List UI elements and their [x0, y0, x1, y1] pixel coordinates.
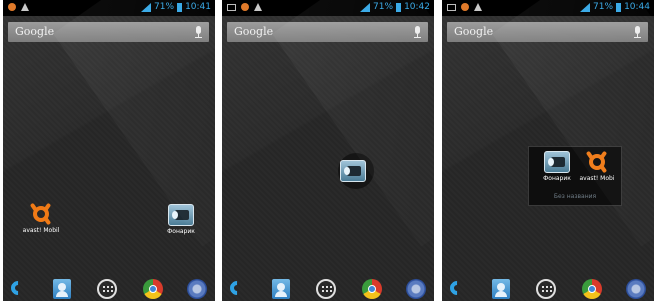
status-bar: 71% 10:44	[442, 0, 654, 16]
google-search-bar[interactable]: Google	[447, 22, 648, 42]
flashlight-icon	[168, 204, 194, 226]
avast-icon	[29, 202, 52, 226]
dock-contacts[interactable]	[492, 279, 516, 299]
microphone-icon[interactable]	[634, 26, 641, 38]
battery-percent: 71%	[154, 2, 175, 12]
app-label: avast! Mobi	[579, 175, 615, 182]
warning-icon	[474, 3, 482, 11]
dock-all-apps[interactable]	[536, 279, 560, 299]
contacts-icon	[272, 279, 290, 299]
dock-all-apps[interactable]	[316, 279, 340, 299]
app-label: Фонарик	[167, 228, 195, 235]
battery-icon	[616, 2, 622, 12]
signal-icon	[360, 2, 371, 12]
chrome-icon	[582, 279, 602, 299]
microphone-icon[interactable]	[195, 26, 202, 38]
all-apps-icon	[536, 279, 556, 299]
warning-icon	[254, 3, 262, 11]
dock-phone[interactable]	[8, 278, 33, 299]
all-apps-icon	[316, 279, 336, 299]
phone-screen-3: 71% 10:44 Google Фонарик avast! Mobi Без…	[442, 0, 654, 301]
phone-screen-2: 71% 10:42 Google	[222, 0, 434, 301]
folder-popup: Фонарик avast! Mobi Без названия	[528, 146, 622, 206]
battery-icon	[396, 2, 402, 12]
dock	[3, 271, 215, 301]
phone-screen-1: 71% 10:41 Google avast! Mobil Фонарик	[3, 0, 215, 301]
search-label: Google	[15, 25, 55, 38]
folder-name[interactable]: Без названия	[529, 193, 621, 200]
notification-icon	[8, 3, 16, 11]
signal-icon	[141, 2, 152, 12]
browser-icon	[626, 279, 646, 299]
dock	[442, 271, 654, 301]
status-time: 10:44	[624, 2, 650, 12]
dock-contacts[interactable]	[53, 279, 77, 299]
image-notification-icon	[227, 3, 236, 11]
search-label: Google	[234, 25, 274, 38]
dock-chrome[interactable]	[582, 279, 606, 299]
chrome-icon	[362, 279, 382, 299]
dock-browser[interactable]	[187, 279, 211, 299]
contacts-icon	[492, 279, 510, 299]
status-time: 10:41	[185, 2, 211, 12]
notification-icon	[461, 3, 469, 11]
status-bar: 71% 10:41	[3, 0, 215, 16]
browser-icon	[406, 279, 426, 299]
search-label: Google	[454, 25, 494, 38]
flashlight-icon	[544, 151, 570, 173]
browser-icon	[187, 279, 207, 299]
dock-phone[interactable]	[447, 278, 472, 299]
dock-contacts[interactable]	[272, 279, 296, 299]
dock-all-apps[interactable]	[97, 279, 121, 299]
battery-percent: 71%	[373, 2, 394, 12]
chrome-icon	[143, 279, 163, 299]
battery-icon	[177, 2, 183, 12]
microphone-icon[interactable]	[414, 26, 421, 38]
battery-percent: 71%	[593, 2, 614, 12]
contacts-icon	[53, 279, 71, 299]
warning-icon	[21, 3, 29, 11]
notification-icon	[241, 3, 249, 11]
phone-icon	[8, 278, 29, 299]
status-time: 10:42	[404, 2, 430, 12]
phone-icon	[227, 278, 248, 299]
app-shortcut-avast[interactable]: avast! Mobil	[13, 202, 69, 243]
signal-icon	[580, 2, 591, 12]
dock-browser[interactable]	[406, 279, 430, 299]
dragged-flashlight-shortcut[interactable]	[338, 153, 374, 189]
dock-chrome[interactable]	[362, 279, 386, 299]
app-label: avast! Mobil	[22, 227, 60, 234]
all-apps-icon	[97, 279, 117, 299]
dock-browser[interactable]	[626, 279, 650, 299]
phone-icon	[447, 278, 468, 299]
folder-app-avast[interactable]: avast! Mobi	[569, 150, 625, 191]
google-search-bar[interactable]: Google	[227, 22, 428, 42]
image-notification-icon	[447, 3, 456, 11]
app-shortcut-flashlight[interactable]: Фонарик	[153, 204, 209, 244]
flashlight-icon	[340, 160, 366, 182]
dock-phone[interactable]	[227, 278, 252, 299]
avast-icon	[585, 150, 608, 174]
status-bar: 71% 10:42	[222, 0, 434, 16]
dock-chrome[interactable]	[143, 279, 167, 299]
dock	[222, 271, 434, 301]
google-search-bar[interactable]: Google	[8, 22, 209, 42]
